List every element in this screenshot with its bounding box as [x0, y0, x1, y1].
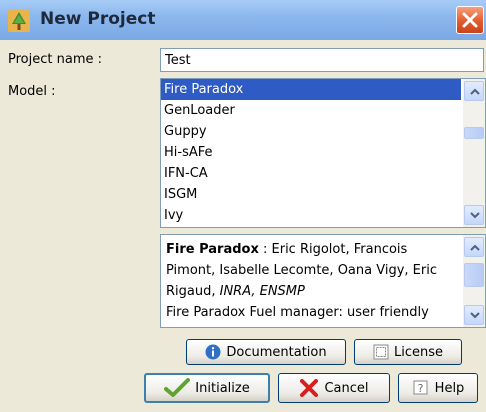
model-list-item[interactable]: Hi-sAFe	[161, 142, 461, 163]
model-description: Fire Paradox : Eric Rigolot, Francois Pi…	[160, 234, 486, 328]
help-button[interactable]: ? Help	[398, 373, 478, 403]
scroll-thumb[interactable]	[464, 263, 484, 287]
description-institutions: INRA, ENSMP	[219, 284, 305, 299]
model-list-item[interactable]: IFN-CA	[161, 163, 461, 184]
license-icon	[373, 344, 389, 360]
documentation-label: Documentation	[226, 344, 327, 360]
cancel-button[interactable]: Cancel	[278, 373, 390, 403]
description-title: Fire Paradox	[166, 242, 259, 257]
help-icon: ?	[413, 380, 428, 395]
license-label: License	[393, 344, 443, 360]
tree-app-icon	[8, 10, 30, 32]
model-list-item[interactable]: Guppy	[161, 121, 461, 142]
scroll-up-button[interactable]	[464, 237, 484, 257]
arrow-down-icon	[470, 312, 480, 319]
cancel-label: Cancel	[324, 380, 369, 396]
svg-text:?: ?	[417, 382, 423, 395]
close-button[interactable]	[456, 6, 484, 34]
arrow-up-icon	[470, 244, 480, 251]
scroll-up-button[interactable]	[464, 81, 484, 101]
model-list[interactable]: Fire Paradox GenLoader Guppy Hi-sAFe IFN-CA I…	[160, 78, 486, 228]
project-name-input[interactable]	[160, 48, 484, 72]
documentation-button[interactable]: Documentation	[186, 339, 346, 365]
project-name-label: Project name :	[8, 52, 102, 67]
title-bar: New Project	[0, 0, 486, 40]
initialize-button[interactable]: Initialize	[144, 373, 270, 403]
info-icon	[205, 344, 221, 360]
license-button[interactable]: License	[354, 339, 462, 365]
scroll-down-button[interactable]	[464, 205, 484, 225]
model-label: Model :	[8, 84, 56, 99]
model-list-items: Fire Paradox GenLoader Guppy Hi-sAFe IFN-CA I…	[161, 79, 461, 226]
scroll-thumb[interactable]	[464, 127, 484, 139]
model-list-item[interactable]: GenLoader	[161, 100, 461, 121]
scroll-down-button[interactable]	[464, 305, 484, 325]
cross-icon	[300, 379, 319, 397]
window-title: New Project	[40, 9, 156, 29]
close-icon	[462, 12, 478, 28]
initialize-label: Initialize	[195, 380, 250, 396]
arrow-down-icon	[470, 212, 480, 219]
model-list-item[interactable]: Ivy	[161, 205, 461, 226]
model-list-item[interactable]: ISGM	[161, 184, 461, 205]
description-text: Fire Paradox : Eric Rigolot, Francois Pi…	[166, 239, 460, 323]
description-scrollbar[interactable]	[463, 235, 485, 327]
help-label: Help	[434, 380, 465, 396]
description-extra: Fire Paradox Fuel manager: user friendly	[166, 305, 429, 320]
model-list-item[interactable]: Fire Paradox	[161, 79, 461, 100]
checkmark-icon	[164, 378, 191, 397]
model-list-scrollbar[interactable]	[463, 79, 485, 227]
arrow-up-icon	[470, 88, 480, 95]
